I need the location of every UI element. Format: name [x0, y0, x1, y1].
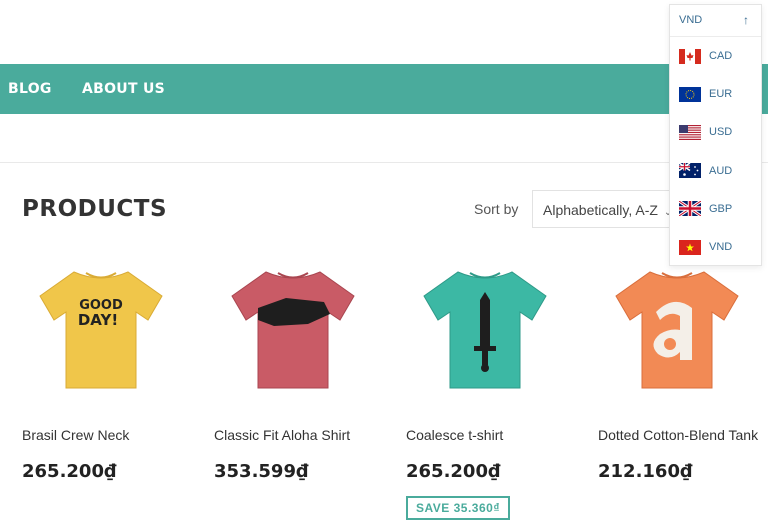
- currency-option-cad[interactable]: CAD: [670, 37, 761, 75]
- currency-option-aud[interactable]: AUD: [670, 152, 761, 190]
- product-image-tshirt: GOOD DAY!: [39, 271, 163, 389]
- currency-current-code: VND: [679, 14, 703, 26]
- currency-code: AUD: [709, 164, 733, 177]
- product-price: 265.200₫: [22, 461, 117, 482]
- product-card-dotted-cotton-blend-tank[interactable]: Dotted Cotton-Blend Tank 212.160₫: [598, 258, 768, 528]
- product-name[interactable]: Classic Fit Aloha Shirt: [214, 427, 350, 443]
- currency-code: CAD: [709, 50, 733, 63]
- nav-link-blog[interactable]: BLOG: [8, 81, 52, 97]
- product-price: 212.160₫: [598, 461, 693, 482]
- header-divider: [0, 162, 768, 163]
- currency-code: GBP: [709, 202, 733, 215]
- sort-selected-value: Alphabetically, A-Z: [543, 202, 658, 218]
- sort-select[interactable]: Alphabetically, A-Z⌄: [532, 190, 682, 228]
- arrow-up-icon: ↑: [743, 13, 749, 27]
- uk-flag-icon: [679, 201, 701, 217]
- product-price: 265.200₫: [406, 461, 501, 482]
- eu-flag-icon: [679, 86, 701, 102]
- product-card-brasil-crew-neck[interactable]: GOOD DAY! Brasil Crew Neck 265.200₫: [22, 258, 202, 528]
- product-card-classic-fit-aloha-shirt[interactable]: Classic Fit Aloha Shirt 353.599₫: [214, 258, 394, 528]
- australia-flag-icon: [679, 163, 701, 179]
- vietnam-flag-icon: [679, 239, 701, 255]
- usa-flag-icon: [679, 124, 701, 140]
- product-name[interactable]: Coalesce t-shirt: [406, 427, 503, 443]
- product-name[interactable]: Dotted Cotton-Blend Tank: [598, 427, 758, 443]
- currency-option-gbp[interactable]: GBP: [670, 190, 761, 228]
- canada-flag-icon: [679, 48, 701, 64]
- product-card-coalesce-t-shirt[interactable]: Coalesce t-shirt 265.200₫ SAVE 35.360₫: [406, 258, 586, 528]
- product-image-tshirt: [615, 271, 739, 389]
- product-name[interactable]: Brasil Crew Neck: [22, 427, 129, 443]
- save-badge: SAVE 35.360₫: [406, 496, 510, 520]
- currency-code: USD: [709, 126, 733, 139]
- product-image-tshirt: [423, 271, 547, 389]
- page-title: PRODUCTS: [22, 196, 168, 222]
- currency-option-vnd[interactable]: VND: [670, 228, 761, 266]
- currency-code: EUR: [709, 88, 733, 101]
- currency-dropdown[interactable]: VND ↑ CAD EUR USD AUD GBP VND: [669, 4, 762, 266]
- product-price: 353.599₫: [214, 461, 309, 482]
- currency-option-eur[interactable]: EUR: [670, 75, 761, 113]
- product-image-tshirt: [231, 271, 355, 389]
- currency-selector[interactable]: VND ↑: [670, 5, 761, 37]
- print-text-line-2: DAY!: [78, 311, 118, 329]
- currency-code: VND: [709, 241, 733, 254]
- sort-by-label: Sort by: [474, 201, 519, 217]
- currency-option-usd[interactable]: USD: [670, 113, 761, 151]
- nav-link-about-us[interactable]: ABOUT US: [82, 81, 165, 97]
